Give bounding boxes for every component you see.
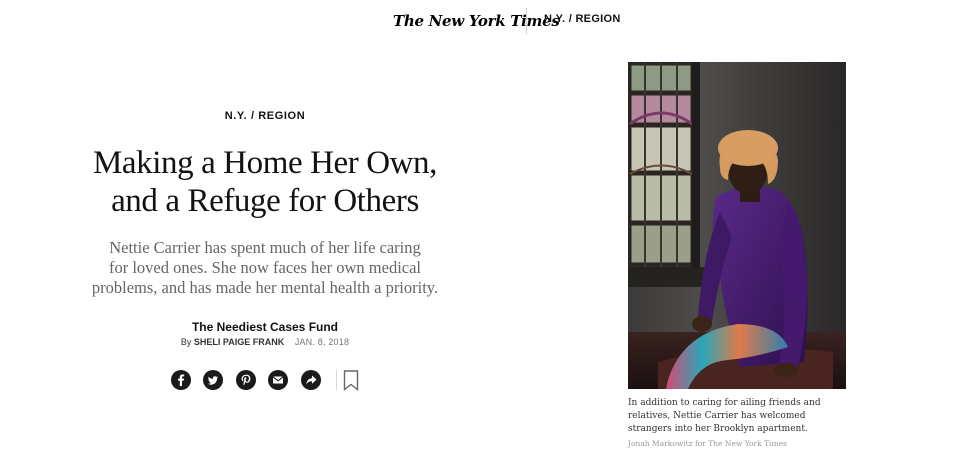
byline: By SHELI PAIGE FRANK JAN. 8, 2018: [80, 337, 450, 347]
pinterest-icon: [241, 374, 251, 386]
summary-line: problems, and has made her mental health…: [91, 278, 439, 297]
summary-line: for loved ones. She now faces her own me…: [108, 258, 422, 277]
byline-prefix: By: [180, 337, 192, 347]
lede-photo[interactable]: [628, 62, 846, 389]
summary-line: Nettie Carrier has spent much of her lif…: [109, 238, 421, 257]
bookmark-icon: [343, 370, 359, 391]
photo-credit: Jonah Markowitz for The New York Times: [628, 439, 787, 448]
share-icon: [306, 375, 317, 385]
summary: Nettie Carrier has spent much of her lif…: [70, 238, 460, 298]
portrait-photo: [628, 62, 846, 389]
nyt-logo[interactable]: The New York Times: [393, 12, 560, 30]
email-share-button[interactable]: [268, 370, 288, 390]
kicker[interactable]: N.Y. / REGION: [80, 110, 450, 122]
lede-caption: In addition to caring for ailing friends…: [628, 397, 846, 450]
pinterest-share-button[interactable]: [236, 370, 256, 390]
email-icon: [272, 376, 284, 384]
lede-image-figure: In addition to caring for ailing friends…: [628, 62, 846, 450]
headline: Making a Home Her Own, and a Refuge for …: [60, 144, 470, 220]
more-share-button[interactable]: [301, 370, 321, 390]
facebook-icon: [178, 374, 185, 386]
headline-line: Making a Home Her Own,: [92, 145, 438, 181]
masthead-divider: [526, 8, 527, 34]
publish-date: JAN. 8, 2018: [294, 337, 350, 347]
facebook-share-button[interactable]: [171, 370, 191, 390]
caption-line: strangers into her Brooklyn apartment.: [628, 424, 808, 434]
twitter-share-button[interactable]: [203, 370, 223, 390]
save-button[interactable]: [343, 370, 359, 391]
headline-line: and a Refuge for Others: [111, 183, 419, 219]
masthead-logo-wrap[interactable]: The New York Times: [393, 10, 560, 32]
author-link[interactable]: SHELI PAIGE FRANK: [194, 337, 284, 347]
twitter-icon: [207, 376, 218, 385]
section-link[interactable]: N.Y. / REGION: [544, 13, 621, 25]
caption-line: relatives, Nettie Carrier has welcomed: [628, 411, 806, 421]
caption-line: In addition to caring for ailing friends…: [628, 398, 821, 408]
column-name[interactable]: The Neediest Cases Fund: [80, 320, 450, 334]
share-divider: [336, 370, 337, 390]
